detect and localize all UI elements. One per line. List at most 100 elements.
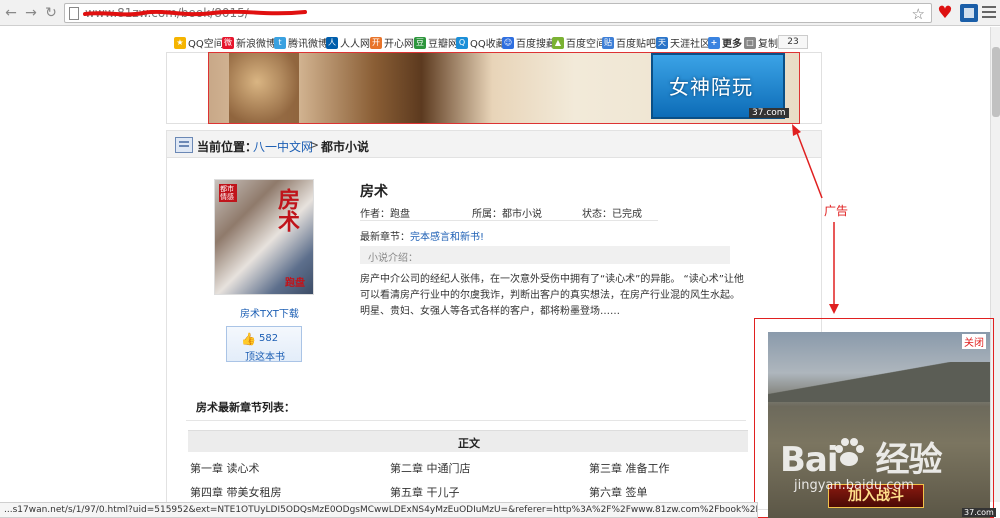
share-weibo[interactable]: 微新浪微博 — [222, 35, 276, 50]
breadcrumb-label: 当前位置： — [197, 140, 258, 154]
share-label: 新浪微博 — [236, 39, 276, 50]
share-tianya[interactable]: 天天涯社区 — [656, 35, 710, 50]
txt-download-link[interactable]: 房术TXT下载 — [240, 305, 299, 320]
latest-chapter: 最新章节：完本感言和新书! — [360, 228, 484, 243]
intro-label: 小说介绍： — [368, 253, 418, 264]
menu-icon[interactable] — [982, 6, 996, 21]
chapter-section-title: 正文 — [458, 437, 480, 450]
share-label: 百度搜藏 — [516, 39, 556, 50]
cover-title: 房术 — [274, 188, 300, 232]
share-label: 开心网 — [384, 39, 414, 50]
tencent-weibo-icon: t — [274, 36, 286, 49]
douban-icon: 豆 — [414, 36, 426, 49]
baidu-space-icon: ▲ — [552, 36, 564, 49]
page-icon — [69, 7, 79, 20]
share-baidu-fav[interactable]: ☺ 百度搜藏 — [502, 35, 556, 50]
chapter-link[interactable]: 第五章 干儿子 — [390, 484, 460, 500]
banner-figure-image — [229, 53, 299, 123]
share-label: QQ收藏 — [470, 39, 506, 50]
share-label: 豆瓣网 — [428, 39, 458, 50]
chapter-link[interactable]: 第二章 中通门店 — [390, 460, 471, 476]
extension-icon[interactable] — [960, 4, 978, 22]
breadcrumb: 当前位置： 八一中文网 > 都市小说 — [166, 130, 822, 158]
share-qzone[interactable]: ★ QQ空间 — [174, 35, 224, 50]
banner-ad-button-label: 女神陪玩 — [669, 75, 753, 99]
divider — [360, 220, 658, 221]
popup-ad[interactable]: 关闭 加入战斗 — [768, 332, 990, 518]
chapter-link[interactable]: 第四章 带美女租房 — [190, 484, 282, 500]
share-renren[interactable]: 人人人网 — [326, 35, 370, 50]
chapter-list-heading: 房术最新章节列表： — [196, 401, 295, 414]
qzone-icon: ★ — [174, 36, 186, 49]
bookmark-star-icon[interactable]: ☆ — [912, 5, 925, 23]
chapter-link[interactable]: 第三章 准备工作 — [589, 460, 670, 476]
tianya-icon: 天 — [656, 36, 668, 49]
vote-button[interactable]: 👍 582 顶这本书 — [226, 326, 302, 363]
scrollbar-thumb[interactable] — [992, 47, 1000, 117]
vote-count: 582 — [259, 333, 279, 344]
back-icon[interactable]: ← — [2, 4, 20, 22]
share-label: 更多 — [722, 39, 742, 50]
intro-header: 小说介绍： — [360, 246, 730, 264]
breadcrumb-site-link[interactable]: 八一中文网 — [253, 138, 313, 155]
thumbs-up-icon: 👍 — [241, 332, 256, 346]
share-count: 23 — [778, 35, 808, 49]
join-battle-button[interactable]: 加入战斗 — [828, 484, 924, 508]
popup-ad-tag: 37.com — [962, 508, 996, 517]
address-bar[interactable]: www.81zw.com/book/8015/ ☆ — [64, 3, 932, 23]
banner-ad-tag: 37.com — [749, 108, 789, 118]
qq-fav-icon: Q — [456, 36, 468, 49]
latest-chapter-label: 最新章节： — [360, 232, 410, 243]
share-baidu-space[interactable]: ▲ 百度空间 — [552, 35, 606, 50]
book-title: 房术 — [360, 184, 388, 200]
share-label: QQ空间 — [188, 39, 224, 50]
annotation-label: 广告 — [824, 204, 849, 218]
divider — [186, 420, 746, 421]
cover-badge: 都市情感 — [219, 184, 237, 202]
vote-label: 顶这本书 — [245, 352, 285, 363]
share-more[interactable]: + 更多 — [708, 35, 742, 50]
breadcrumb-separator: > — [309, 138, 320, 152]
share-label: 百度空间 — [566, 39, 606, 50]
arrowhead-popup — [829, 304, 839, 314]
book-author: 作者：跑盘 — [360, 209, 410, 220]
cover-author: 跑盘 — [285, 278, 305, 289]
chapter-link[interactable]: 第一章 读心术 — [190, 460, 260, 476]
banner-ad[interactable]: 女神陪玩 37.com — [208, 52, 800, 124]
baidu-tieba-icon: 贴 — [602, 36, 614, 49]
popup-close-button[interactable]: 关闭 — [962, 334, 986, 349]
url-text: www.81zw.com/book/8015/ — [85, 6, 249, 20]
share-kaixin[interactable]: 开开心网 — [370, 35, 414, 50]
book-intro: 房产中介公司的经纪人张伟，在一次意外受伤中拥有了“读心术”的异能。 “读心术”让… — [360, 274, 744, 317]
share-douban[interactable]: 豆豆瓣网 — [414, 35, 458, 50]
renren-icon: 人 — [326, 36, 338, 49]
kaixin-icon: 开 — [370, 36, 382, 49]
share-label: 腾讯微博 — [288, 39, 328, 50]
latest-chapter-link[interactable]: 完本感言和新书! — [410, 232, 484, 243]
share-label: 人人网 — [340, 39, 370, 50]
share-qq-fav[interactable]: Q QQ收藏 — [456, 35, 506, 50]
ad-landscape-image — [768, 362, 990, 402]
share-baidu-tieba[interactable]: 贴百度贴吧 — [602, 35, 656, 50]
forward-icon[interactable]: → — [22, 4, 40, 22]
chapter-link[interactable]: 第六章 签单 — [589, 484, 648, 500]
heart-extension-icon[interactable]: ♥ — [936, 4, 954, 22]
location-icon — [175, 137, 193, 153]
chapter-section-header: 正文 — [188, 430, 748, 452]
share-copy[interactable]: □ 复制 — [744, 35, 778, 50]
weibo-icon: 微 — [222, 36, 234, 49]
share-label: 天涯社区 — [670, 39, 710, 50]
plus-icon: + — [708, 36, 720, 49]
share-label: 百度贴吧 — [616, 39, 656, 50]
breadcrumb-category: 都市小说 — [321, 140, 370, 154]
share-label: 复制 — [758, 39, 778, 50]
copy-icon: □ — [744, 36, 756, 49]
share-bar: ★ QQ空间 微新浪微博 t 腾讯微博 人人人网 开开心网 豆豆瓣网 Q QQ收藏 ☺… — [166, 30, 822, 52]
book-category: 所属：都市小说 — [472, 209, 542, 220]
share-tencent-weibo[interactable]: t 腾讯微博 — [274, 35, 328, 50]
reload-icon[interactable]: ↻ — [42, 4, 60, 22]
book-cover[interactable]: 都市情感 房术 跑盘 — [214, 179, 314, 295]
book-status: 状态：已完成 — [582, 209, 642, 220]
status-bar: ...s17wan.net/s/1/97/0.html?uid=515952&e… — [0, 502, 758, 518]
baidu-fav-icon: ☺ — [502, 36, 514, 49]
